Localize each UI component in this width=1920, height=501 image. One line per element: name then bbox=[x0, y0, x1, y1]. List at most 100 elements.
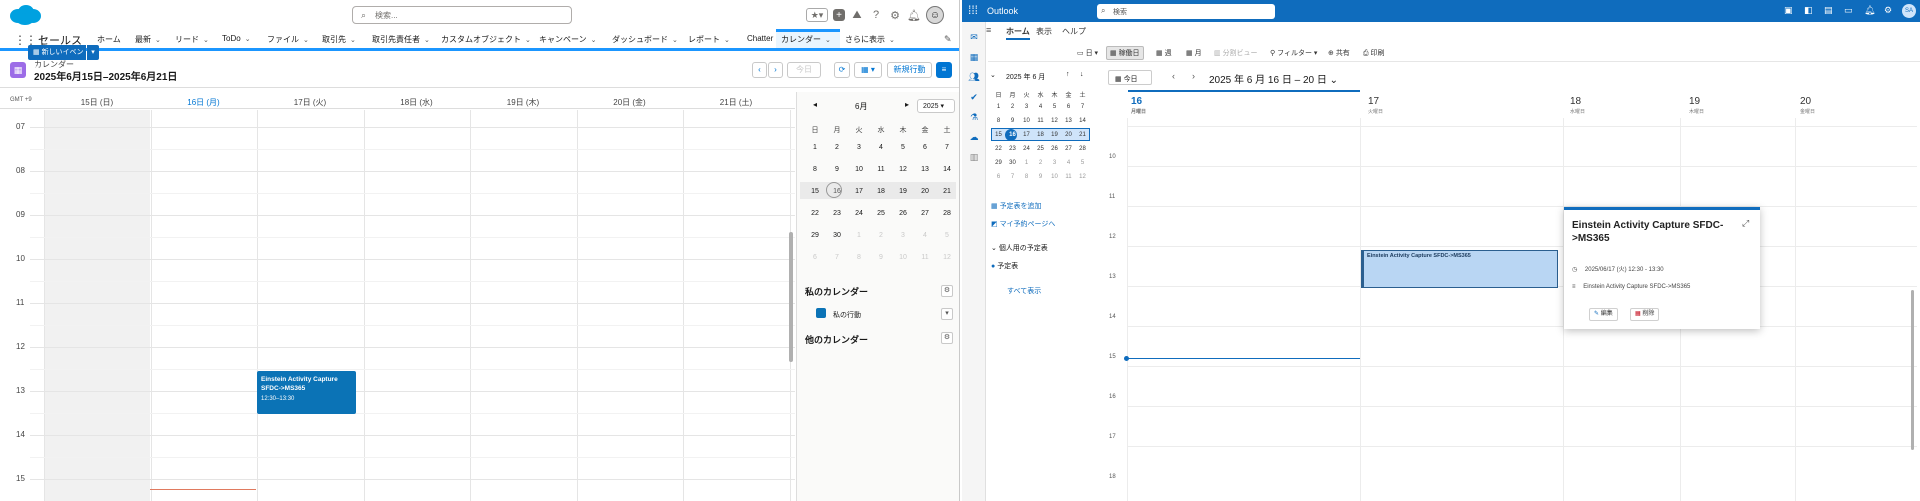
day-header-0[interactable]: 16 月曜日 bbox=[1131, 96, 1146, 122]
mini-cal-day[interactable]: 22 bbox=[805, 210, 825, 217]
chevron-down-icon[interactable]: ⌄ bbox=[889, 37, 895, 44]
new-event-button[interactable]: 新規行動 bbox=[887, 62, 932, 78]
today-button[interactable]: 今日 bbox=[787, 62, 821, 78]
mini-cal-day[interactable]: 9 bbox=[871, 254, 891, 261]
mini-cal-day[interactable]: 12 bbox=[1076, 174, 1089, 180]
favorites-icon[interactable]: ★▾ bbox=[806, 8, 828, 22]
mini-cal-day[interactable]: 26 bbox=[893, 210, 913, 217]
user-avatar[interactable]: SA bbox=[1902, 4, 1916, 18]
mini-cal-day[interactable]: 3 bbox=[893, 232, 913, 239]
mini-cal-day[interactable]: 24 bbox=[849, 210, 869, 217]
more-apps-icon[interactable]: ▥ bbox=[968, 152, 980, 164]
mini-cal-day[interactable]: 10 bbox=[893, 254, 913, 261]
my-calendar-color-swatch[interactable] bbox=[816, 308, 826, 318]
mini-cal-day[interactable]: 21 bbox=[1076, 132, 1089, 138]
mini-cal-day[interactable]: 18 bbox=[871, 188, 891, 195]
mini-cal-day[interactable]: 8 bbox=[805, 166, 825, 173]
mini-cal-day[interactable]: 17 bbox=[849, 188, 869, 195]
app-launcher-icon[interactable]: ⁞⁞⁞ bbox=[968, 3, 978, 17]
mini-cal-day[interactable]: 3 bbox=[849, 144, 869, 151]
share-button[interactable]: ⊕ 共有 bbox=[1328, 48, 1350, 58]
mini-cal-day[interactable]: 28 bbox=[937, 210, 957, 217]
minical-down-icon[interactable]: ↓ bbox=[1080, 71, 1084, 78]
grid-scrollbar[interactable] bbox=[789, 232, 793, 362]
mini-cal-day[interactable]: 8 bbox=[849, 254, 869, 261]
tab-home[interactable]: ホーム bbox=[1006, 26, 1030, 40]
tab-view[interactable]: 表示 bbox=[1036, 26, 1052, 37]
mini-cal-day[interactable]: 7 bbox=[1006, 174, 1019, 180]
mini-cal-day[interactable]: 19 bbox=[893, 188, 913, 195]
nav-item-8[interactable]: キャンペーン ⌄ bbox=[539, 34, 596, 45]
nav-item-2[interactable]: リード ⌄ bbox=[175, 34, 209, 45]
next-month-icon[interactable]: ▸ bbox=[905, 100, 909, 109]
my-cal-item-menu-icon[interactable]: ▾ bbox=[941, 308, 953, 320]
mini-cal-day[interactable]: 14 bbox=[1076, 118, 1089, 124]
mini-cal-day[interactable]: 7 bbox=[1076, 104, 1089, 110]
chevron-down-icon[interactable]: ⌄ bbox=[424, 37, 430, 44]
my-day-icon[interactable]: ▭ bbox=[1844, 5, 1853, 16]
chevron-down-icon[interactable]: ⌄ bbox=[825, 37, 831, 44]
collapse-minical-icon[interactable]: ⌄ bbox=[990, 71, 996, 79]
nav-item-13[interactable]: さらに表示 ⌄ bbox=[845, 34, 895, 45]
menu-hamburger-icon[interactable]: ≡ bbox=[986, 25, 991, 35]
user-avatar[interactable]: ☺ bbox=[926, 6, 944, 24]
mini-cal-day[interactable]: 9 bbox=[1006, 118, 1019, 124]
month-view-button[interactable]: ▦ 月 bbox=[1186, 48, 1202, 58]
edit-nav-pencil-icon[interactable]: ✎ bbox=[944, 34, 952, 45]
nav-item-11[interactable]: Chatter bbox=[747, 34, 773, 43]
chevron-down-icon[interactable]: ⌄ bbox=[203, 37, 209, 44]
week-view-button[interactable]: ▦ 週 bbox=[1156, 48, 1172, 58]
nav-item-1[interactable]: 最新 ⌄ bbox=[135, 34, 161, 45]
mini-cal-day[interactable]: 3 bbox=[1020, 104, 1033, 110]
other-calendars-settings-icon[interactable]: ⚙ bbox=[941, 332, 953, 344]
year-select[interactable]: 2025 ▾ bbox=[917, 99, 955, 113]
trailhead-icon[interactable]: ⛰ bbox=[850, 8, 864, 22]
mini-cal-day[interactable]: 25 bbox=[1034, 146, 1047, 152]
mini-cal-day[interactable]: 11 bbox=[871, 166, 891, 173]
show-all-link[interactable]: すべて表示 bbox=[1007, 286, 1041, 296]
nav-item-3[interactable]: ToDo ⌄ bbox=[222, 34, 251, 43]
prev-week-button[interactable]: ‹ bbox=[752, 62, 767, 78]
mini-cal-day[interactable]: 16 bbox=[827, 188, 847, 195]
todo-check-icon[interactable]: ✔ bbox=[968, 92, 980, 104]
new-event-button[interactable]: ▦ 新しいイベント bbox=[28, 45, 86, 71]
grid-scrollbar[interactable] bbox=[1911, 290, 1914, 450]
mini-cal-day[interactable]: 10 bbox=[849, 166, 869, 173]
mini-cal-day[interactable]: 29 bbox=[805, 232, 825, 239]
next-range-icon[interactable]: › bbox=[1192, 71, 1195, 81]
mini-cal-day[interactable]: 2 bbox=[827, 144, 847, 151]
expand-icon[interactable]: ⤢ bbox=[1742, 218, 1749, 229]
mini-cal-day[interactable]: 4 bbox=[871, 144, 891, 151]
mini-cal-day[interactable]: 7 bbox=[937, 144, 957, 151]
mini-cal-day[interactable]: 20 bbox=[915, 188, 935, 195]
mini-cal-day[interactable]: 13 bbox=[1062, 118, 1075, 124]
chevron-down-icon[interactable]: ⌄ bbox=[591, 37, 597, 44]
mini-cal-day[interactable]: 16 bbox=[1006, 132, 1019, 138]
mini-cal-day[interactable]: 6 bbox=[915, 144, 935, 151]
mini-cal-day[interactable]: 25 bbox=[871, 210, 891, 217]
mini-cal-day[interactable]: 30 bbox=[827, 232, 847, 239]
day-header-4[interactable]: 20 金曜日 bbox=[1800, 96, 1815, 122]
chevron-down-icon[interactable]: ⌄ bbox=[245, 36, 251, 43]
global-search-input[interactable]: ⌕ 検索... bbox=[352, 6, 572, 24]
mail-icon[interactable]: ✉ bbox=[968, 32, 980, 44]
mini-cal-day[interactable]: 9 bbox=[1034, 174, 1047, 180]
mini-cal-day[interactable]: 4 bbox=[915, 232, 935, 239]
chevron-down-icon[interactable]: ⌄ bbox=[155, 37, 161, 44]
mini-cal-day[interactable]: 11 bbox=[1062, 174, 1075, 180]
setup-gear-icon[interactable]: ⚙ bbox=[888, 8, 902, 22]
nav-item-10[interactable]: レポート ⌄ bbox=[688, 34, 730, 45]
calendar-checkbox-item[interactable]: ● 予定表 bbox=[991, 261, 1018, 271]
day-header-2[interactable]: 18 水曜日 bbox=[1570, 96, 1585, 122]
onedrive-cloud-icon[interactable]: ☁ bbox=[968, 132, 980, 144]
mini-cal-day[interactable]: 12 bbox=[893, 166, 913, 173]
mini-cal-day[interactable]: 10 bbox=[1048, 174, 1061, 180]
tab-help[interactable]: ヘルプ bbox=[1062, 26, 1086, 37]
print-button[interactable]: ⎙ 印刷 bbox=[1363, 48, 1385, 58]
mini-cal-day[interactable]: 18 bbox=[1034, 132, 1047, 138]
nav-item-6[interactable]: 取引先責任者 ⌄ bbox=[372, 34, 430, 45]
mini-cal-day[interactable]: 8 bbox=[992, 118, 1005, 124]
mini-cal-day[interactable]: 5 bbox=[1076, 160, 1089, 166]
mini-cal-day[interactable]: 28 bbox=[1076, 146, 1089, 152]
salesforce-logo[interactable] bbox=[8, 4, 42, 26]
